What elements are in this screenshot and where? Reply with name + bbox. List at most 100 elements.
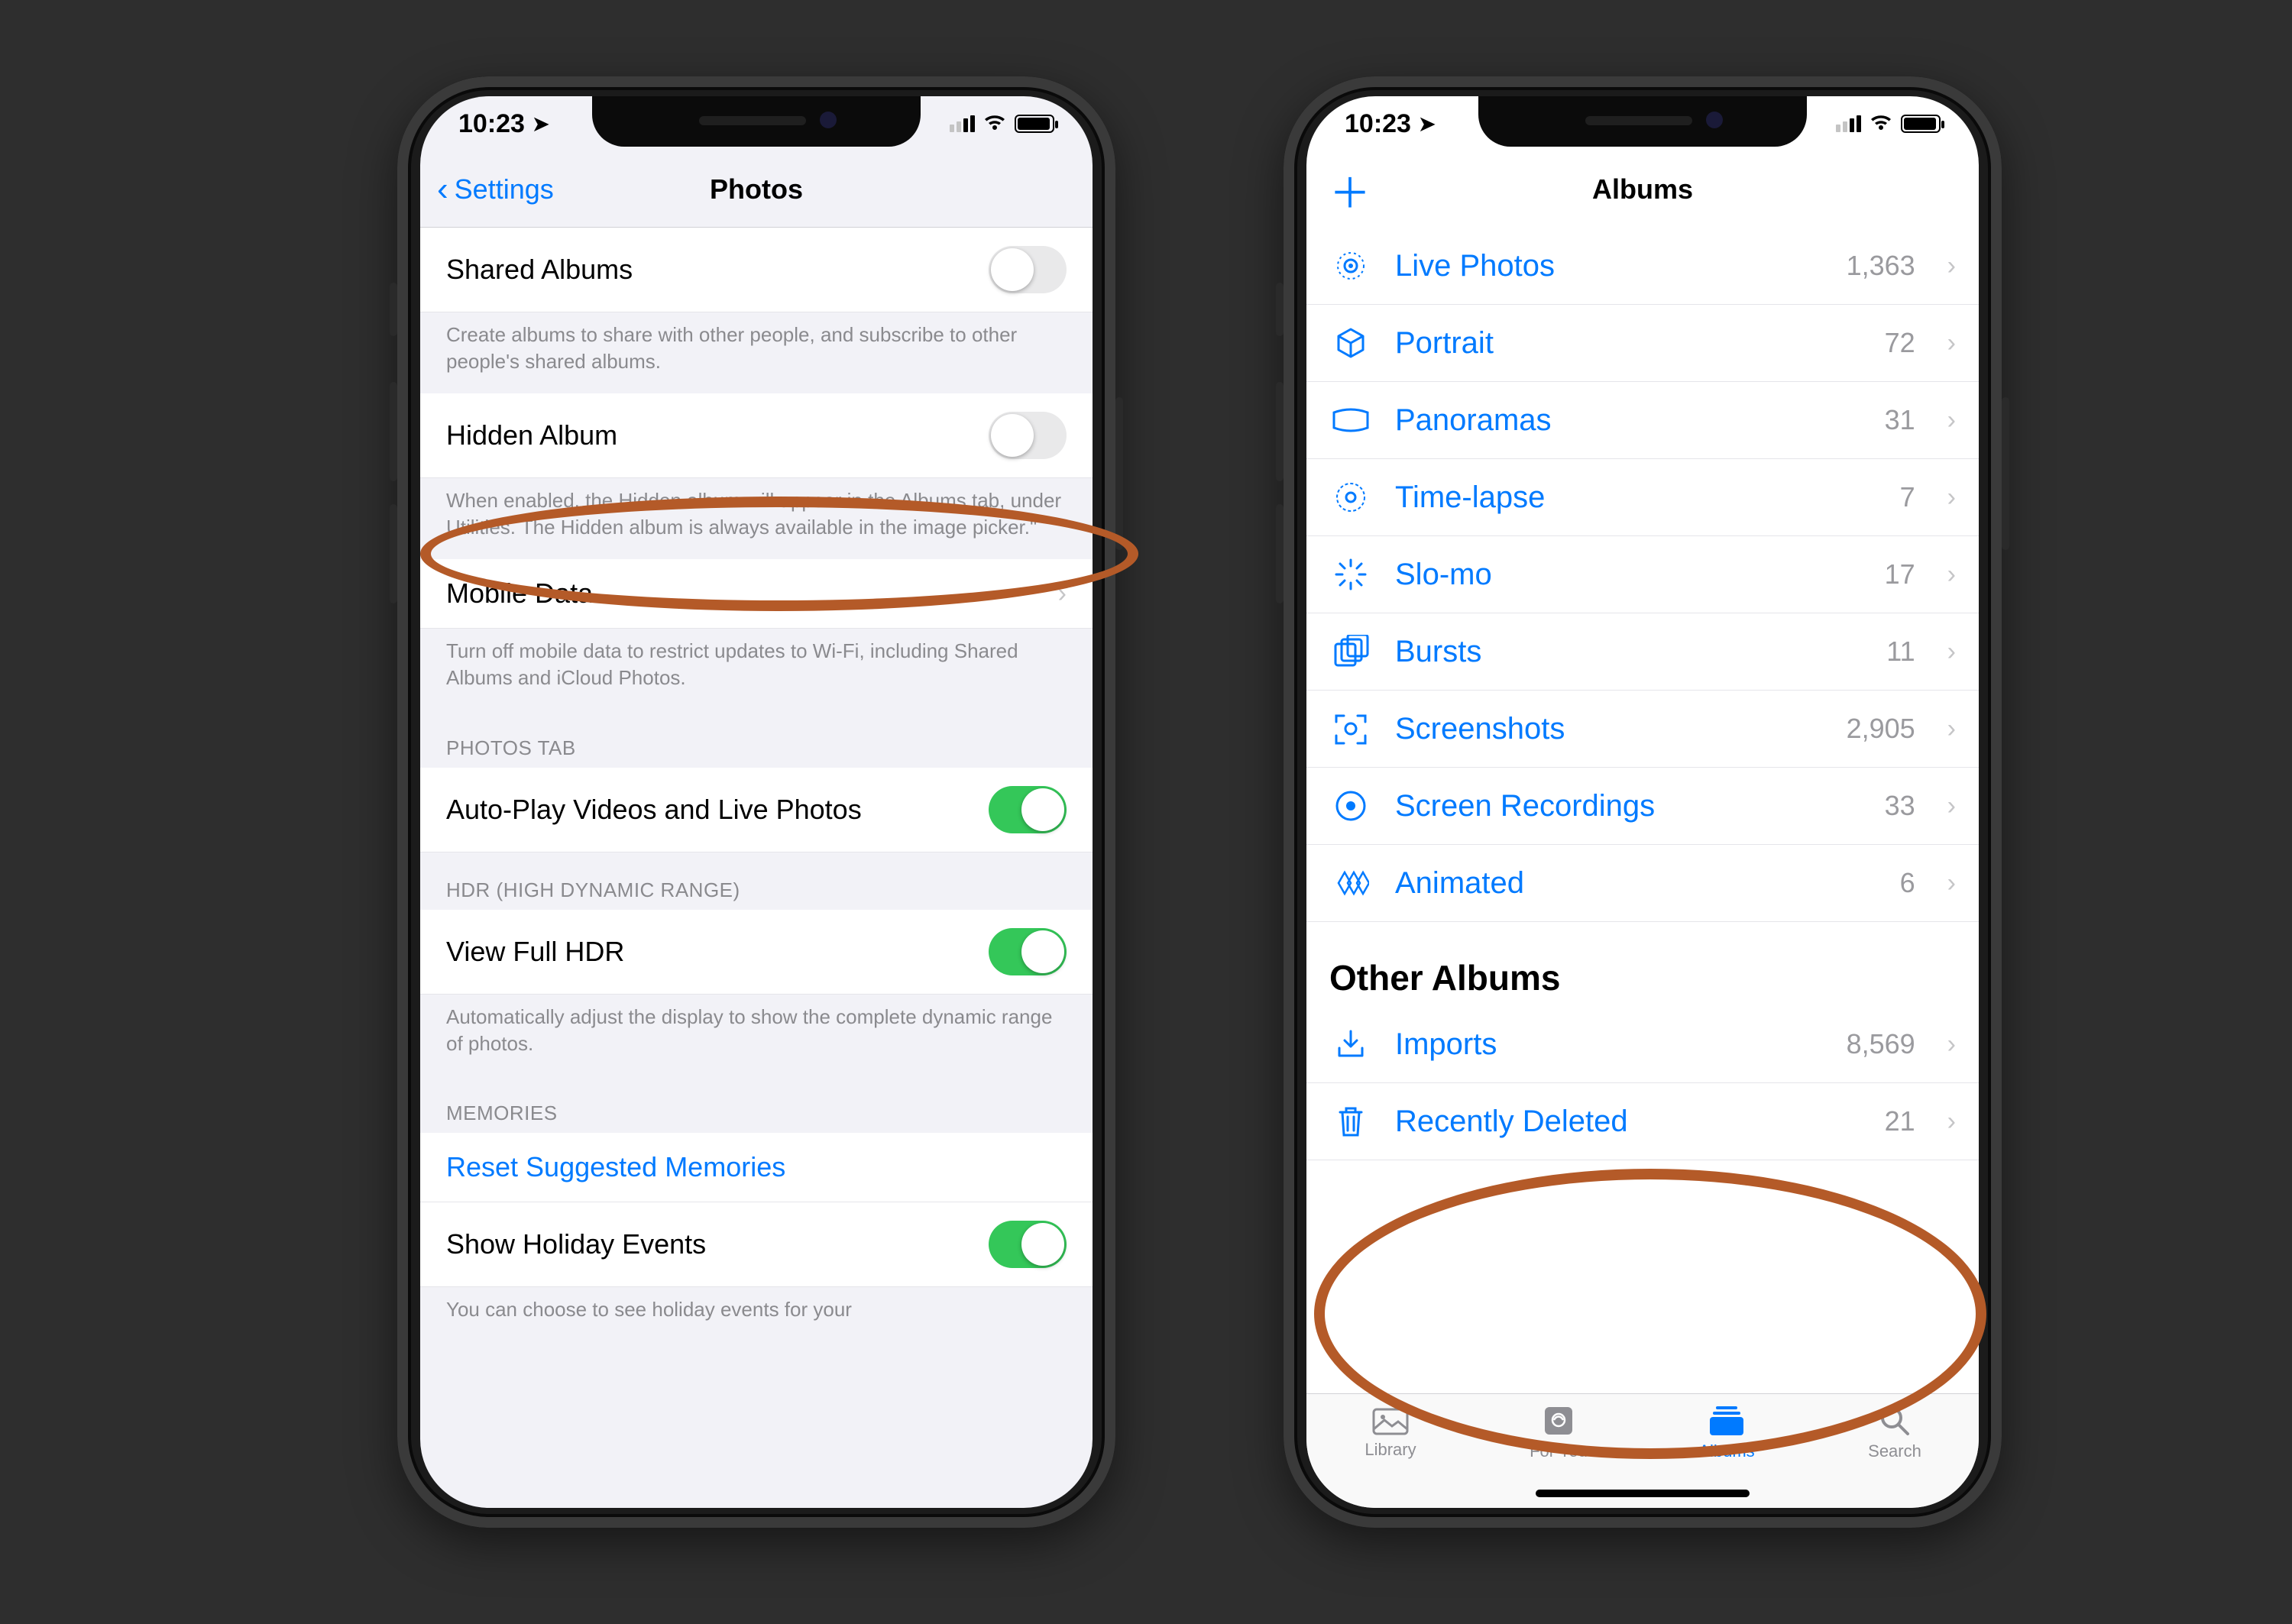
photos-tab-header: PHOTOS TAB bbox=[420, 710, 1093, 768]
memories-header: MEMORIES bbox=[420, 1076, 1093, 1133]
screen-left: 10:23 ➤ ‹ Settings Photos Shared Albums bbox=[420, 96, 1093, 1508]
home-indicator[interactable] bbox=[1536, 1490, 1750, 1497]
media-type-row[interactable]: Live Photos1,363› bbox=[1306, 228, 1979, 305]
wifi-icon bbox=[1869, 115, 1893, 133]
media-type-row[interactable]: Animated 6 › bbox=[1306, 845, 1979, 922]
phone-frame-right: 10:23 ➤ ＋ Albums Live Photos1,363›Portra… bbox=[1284, 76, 2002, 1528]
album-name: Panoramas bbox=[1395, 403, 1862, 438]
page-title: Albums bbox=[1592, 173, 1693, 205]
chevron-right-icon: › bbox=[1947, 560, 1956, 590]
shared-albums-toggle[interactable] bbox=[989, 246, 1067, 293]
album-count: 1,363 bbox=[1847, 250, 1915, 282]
tab-search[interactable]: Search bbox=[1841, 1405, 1948, 1461]
autoplay-toggle[interactable] bbox=[989, 786, 1067, 833]
chevron-right-icon: › bbox=[1947, 483, 1956, 513]
album-count: 31 bbox=[1885, 404, 1915, 436]
album-count: 33 bbox=[1885, 790, 1915, 822]
signal-icon bbox=[950, 115, 975, 132]
cube-icon bbox=[1329, 322, 1372, 364]
timelapse-icon bbox=[1329, 476, 1372, 519]
battery-icon bbox=[1015, 115, 1054, 133]
location-icon: ➤ bbox=[1419, 112, 1436, 136]
hdr-toggle[interactable] bbox=[989, 928, 1067, 975]
album-name: Slo-mo bbox=[1395, 558, 1862, 592]
album-count: 8,569 bbox=[1847, 1028, 1915, 1060]
hdr-label: View Full HDR bbox=[446, 936, 989, 968]
foryou-icon bbox=[1543, 1405, 1575, 1437]
chevron-right-icon: › bbox=[1947, 1030, 1956, 1059]
other-album-row[interactable]: Recently Deleted 21 › bbox=[1306, 1083, 1979, 1160]
search-icon bbox=[1879, 1405, 1911, 1437]
hidden-album-row[interactable]: Hidden Album bbox=[420, 393, 1093, 478]
hdr-footer: Automatically adjust the display to show… bbox=[420, 995, 1093, 1076]
settings-content[interactable]: Shared Albums Create albums to share wit… bbox=[420, 228, 1093, 1508]
battery-icon bbox=[1901, 115, 1941, 133]
status-time: 10:23 bbox=[1345, 109, 1411, 139]
tab-label: Albums bbox=[1698, 1441, 1754, 1461]
chevron-right-icon: › bbox=[1947, 1107, 1956, 1137]
back-button[interactable]: ‹ Settings bbox=[437, 151, 554, 227]
notch bbox=[592, 96, 921, 147]
back-label: Settings bbox=[455, 173, 554, 205]
albums-icon bbox=[1708, 1405, 1745, 1437]
status-time: 10:23 bbox=[458, 109, 525, 139]
shared-albums-row[interactable]: Shared Albums bbox=[420, 228, 1093, 312]
hidden-album-label: Hidden Album bbox=[446, 419, 989, 451]
media-type-row[interactable]: Panoramas 31 › bbox=[1306, 382, 1979, 459]
media-type-row[interactable]: Screenshots2,905› bbox=[1306, 691, 1979, 768]
media-type-row[interactable]: Slo-mo 17 › bbox=[1306, 536, 1979, 613]
albums-content[interactable]: Live Photos1,363›Portrait72› Panoramas 31 ›… bbox=[1306, 228, 1979, 1393]
screen-right: 10:23 ➤ ＋ Albums Live Photos1,363›Portra… bbox=[1306, 96, 1979, 1508]
add-button[interactable]: ＋ bbox=[1329, 151, 1371, 228]
chevron-right-icon: › bbox=[1947, 637, 1956, 667]
album-name: Animated bbox=[1395, 866, 1877, 901]
hdr-row[interactable]: View Full HDR bbox=[420, 910, 1093, 995]
chevron-right-icon: › bbox=[1058, 579, 1067, 609]
album-count: 21 bbox=[1885, 1105, 1915, 1137]
album-count: 17 bbox=[1885, 558, 1915, 590]
panorama-icon bbox=[1329, 399, 1372, 442]
tab-foryou[interactable]: For You bbox=[1505, 1405, 1612, 1461]
mobile-data-footer: Turn off mobile data to restrict updates… bbox=[420, 629, 1093, 710]
screenshot-icon bbox=[1329, 707, 1372, 750]
album-name: Time-lapse bbox=[1395, 480, 1877, 515]
phone-frame-left: 10:23 ➤ ‹ Settings Photos Shared Albums bbox=[397, 76, 1115, 1528]
media-type-row[interactable]: Screen Recordings33› bbox=[1306, 768, 1979, 845]
hidden-album-toggle[interactable] bbox=[989, 412, 1067, 459]
album-count: 2,905 bbox=[1847, 713, 1915, 745]
holiday-row[interactable]: Show Holiday Events bbox=[420, 1202, 1093, 1287]
media-type-row[interactable]: Bursts11› bbox=[1306, 613, 1979, 691]
nav-bar-albums: ＋ Albums bbox=[1306, 151, 1979, 228]
chevron-right-icon: › bbox=[1947, 869, 1956, 898]
media-types-list: Live Photos1,363›Portrait72› Panoramas 31 ›… bbox=[1306, 228, 1979, 922]
autoplay-label: Auto-Play Videos and Live Photos bbox=[446, 794, 989, 826]
hdr-header: HDR (HIGH DYNAMIC RANGE) bbox=[420, 852, 1093, 910]
album-count: 7 bbox=[1900, 481, 1915, 513]
reset-memories-label: Reset Suggested Memories bbox=[446, 1151, 1067, 1183]
media-type-row[interactable]: Portrait72› bbox=[1306, 305, 1979, 382]
holiday-footer: You can choose to see holiday events for… bbox=[420, 1287, 1093, 1341]
tab-label: For You bbox=[1530, 1441, 1588, 1461]
signal-icon bbox=[1836, 115, 1861, 132]
nav-bar-settings: ‹ Settings Photos bbox=[420, 151, 1093, 228]
tab-library[interactable]: Library bbox=[1337, 1405, 1444, 1460]
recording-icon bbox=[1329, 785, 1372, 827]
holiday-label: Show Holiday Events bbox=[446, 1228, 989, 1260]
chevron-right-icon: › bbox=[1947, 791, 1956, 821]
tab-albums[interactable]: Albums bbox=[1673, 1405, 1780, 1461]
reset-memories-row[interactable]: Reset Suggested Memories bbox=[420, 1133, 1093, 1202]
chevron-right-icon: › bbox=[1947, 406, 1956, 435]
album-name: Imports bbox=[1395, 1027, 1824, 1062]
autoplay-row[interactable]: Auto-Play Videos and Live Photos bbox=[420, 768, 1093, 852]
album-name: Recently Deleted bbox=[1395, 1105, 1862, 1139]
holiday-toggle[interactable] bbox=[989, 1221, 1067, 1268]
media-type-row[interactable]: Time-lapse 7 › bbox=[1306, 459, 1979, 536]
album-count: 11 bbox=[1886, 636, 1915, 668]
album-count: 72 bbox=[1885, 327, 1915, 359]
album-count: 6 bbox=[1900, 867, 1915, 899]
animated-icon bbox=[1329, 862, 1372, 904]
chevron-right-icon: › bbox=[1947, 714, 1956, 744]
livephotos-icon bbox=[1329, 244, 1372, 287]
mobile-data-row[interactable]: Mobile Data › bbox=[420, 559, 1093, 629]
other-album-row[interactable]: Imports 8,569 › bbox=[1306, 1006, 1979, 1083]
